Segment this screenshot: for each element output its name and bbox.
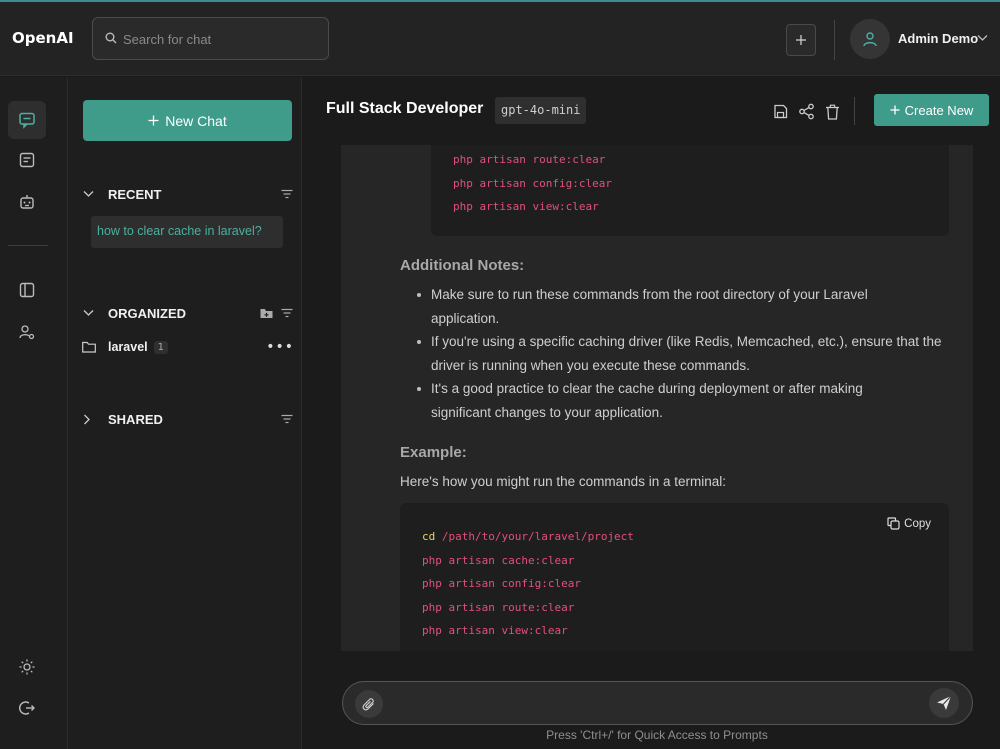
actions-divider	[854, 97, 855, 125]
code-block: Copy cd /path/to/your/laravel/project ph…	[400, 503, 949, 651]
more-options-icon[interactable]: •••	[266, 339, 294, 355]
paperclip-icon	[362, 698, 374, 711]
code-line: php artisan route:clear	[453, 153, 606, 166]
plus-icon	[890, 105, 900, 115]
copy-icon	[887, 517, 900, 530]
folder-count-badge: 1	[153, 340, 168, 354]
shared-section-header[interactable]: SHARED	[83, 409, 293, 429]
organized-label: ORGANIZED	[108, 305, 186, 321]
sun-icon	[19, 659, 35, 675]
chat-actions	[773, 103, 840, 120]
code-path: /path/to/your/laravel/project	[441, 530, 634, 543]
folder-icon	[82, 341, 96, 353]
app-header: OpenAI Admin Demo	[0, 2, 1000, 76]
folder-item-laravel[interactable]: laravel 1 •••	[82, 337, 294, 357]
rail-divider	[8, 245, 48, 246]
chat-sidebar: New Chat RECENT how to clear cache in la…	[69, 77, 302, 749]
send-button[interactable]	[929, 688, 959, 718]
avatar[interactable]	[850, 19, 890, 59]
share-icon[interactable]	[798, 103, 815, 120]
new-chat-label: New Chat	[165, 112, 227, 129]
chevron-right-icon	[84, 414, 90, 424]
code-line: php artisan config:clear	[453, 176, 612, 190]
code-line: php artisan view:clear	[422, 624, 568, 637]
notes-list: Make sure to run these commands from the…	[415, 283, 955, 424]
plus-icon	[796, 35, 806, 45]
chat-title: Full Stack Developer	[326, 100, 484, 117]
copy-label: Copy	[904, 517, 931, 530]
filter-icon[interactable]	[281, 189, 293, 199]
add-folder-icon[interactable]	[260, 308, 273, 319]
search-icon	[105, 32, 117, 44]
plus-icon	[148, 115, 159, 126]
message-composer	[342, 681, 973, 725]
list-item: Make sure to run these commands from the…	[415, 283, 915, 330]
search-input[interactable]	[123, 29, 318, 49]
code-line: cd /path/to/your/laravel/project	[422, 525, 949, 549]
example-intro: Here's how you might run the commands in…	[400, 474, 726, 489]
recent-section-header[interactable]: RECENT	[83, 184, 293, 204]
code-line: php artisan route:clear	[422, 600, 575, 614]
create-new-label: Create New	[904, 102, 974, 118]
model-badge[interactable]: gpt-4o-mini	[495, 97, 587, 124]
rail-theme-button[interactable]	[8, 648, 46, 686]
attach-button[interactable]	[355, 690, 383, 718]
new-item-button[interactable]	[786, 24, 816, 56]
search-box[interactable]	[92, 17, 329, 60]
document-icon	[19, 152, 35, 168]
rail-users-button[interactable]	[8, 313, 46, 351]
user-settings-icon	[19, 325, 35, 340]
save-icon[interactable]	[773, 104, 788, 119]
code-line: php artisan view:clear	[453, 200, 599, 213]
organized-section-header[interactable]: ORGANIZED	[83, 303, 293, 323]
recent-label: RECENT	[108, 186, 162, 202]
code-line: php artisan config:clear	[422, 577, 581, 590]
code-line: php artisan cache:clear	[422, 553, 575, 567]
copy-button[interactable]: Copy	[887, 517, 931, 530]
quick-access-hint: Press 'Ctrl+/' for Quick Access to Promp…	[546, 728, 768, 742]
sidebar-panel-icon	[19, 282, 35, 298]
chat-main: Full Stack Developer gpt-4o-mini Create …	[303, 77, 1000, 749]
code-block-partial: php artisan route:clear php artisan conf…	[431, 145, 949, 236]
robot-icon	[20, 195, 34, 209]
brand-logo[interactable]: OpenAI	[12, 29, 74, 47]
rail-prompts-button[interactable]	[8, 141, 46, 179]
header-divider	[834, 20, 835, 60]
chevron-down-icon	[83, 310, 94, 316]
shared-label: SHARED	[108, 411, 163, 427]
message-input[interactable]	[393, 694, 913, 714]
example-heading: Example:	[400, 444, 467, 461]
assistant-message: php artisan route:clear php artisan conf…	[341, 145, 973, 651]
rail-assistants-button[interactable]	[8, 183, 46, 221]
chat-icon	[19, 112, 35, 129]
user-name[interactable]: Admin Demo	[898, 31, 978, 46]
recent-chat-item[interactable]: how to clear cache in laravel?	[91, 216, 283, 248]
chevron-down-icon[interactable]	[977, 34, 988, 42]
create-new-button[interactable]: Create New	[874, 94, 989, 126]
rail-logout-button[interactable]	[8, 689, 46, 727]
folder-name: laravel	[108, 340, 148, 354]
new-chat-button[interactable]: New Chat	[83, 100, 292, 141]
trash-icon[interactable]	[825, 104, 840, 120]
rail-chat-button[interactable]	[8, 101, 46, 139]
filter-icon[interactable]	[281, 414, 293, 424]
send-icon	[937, 695, 952, 710]
user-icon	[863, 32, 877, 47]
logout-icon	[19, 701, 35, 715]
rail-sidebar-toggle[interactable]	[8, 271, 46, 309]
list-item: If you're using a specific caching drive…	[415, 330, 945, 377]
notes-heading: Additional Notes:	[400, 257, 525, 274]
chevron-down-icon	[83, 191, 94, 197]
filter-icon[interactable]	[281, 308, 293, 318]
list-item: It's a good practice to clear the cache …	[415, 377, 925, 424]
code-keyword: cd	[422, 530, 436, 543]
icon-rail	[0, 77, 68, 749]
